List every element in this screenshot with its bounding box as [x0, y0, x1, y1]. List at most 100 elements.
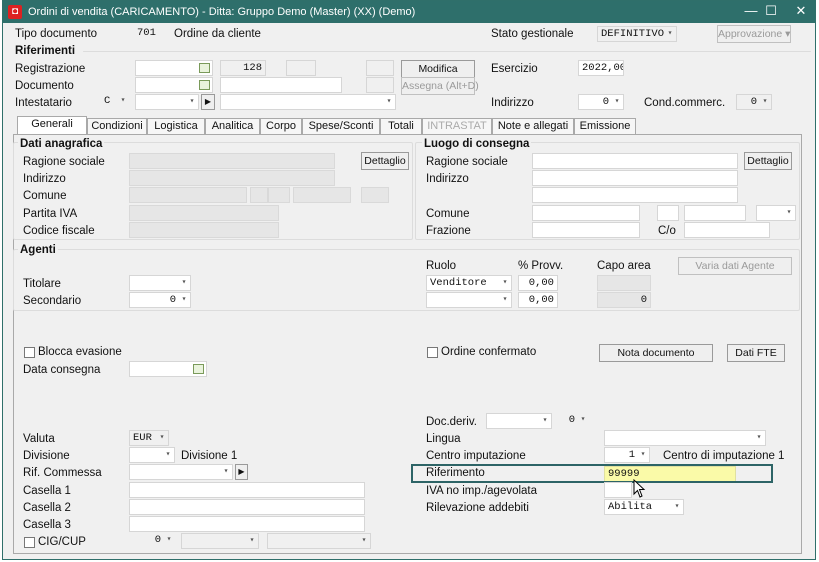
documento-label: Documento: [15, 80, 74, 92]
consegna-co-field[interactable]: [684, 222, 770, 238]
tipo-documento-label: Tipo documento: [15, 28, 98, 40]
comune-anag-prov[interactable]: [250, 187, 268, 203]
indirizzo-select[interactable]: 0 ▾: [578, 94, 624, 110]
secondario-select[interactable]: 0 ▾: [129, 292, 191, 308]
capo-area1-field[interactable]: [597, 275, 651, 291]
tab-corpo[interactable]: Corpo: [260, 118, 302, 135]
intestatario-type-select[interactable]: C ▾: [101, 94, 129, 110]
close-button[interactable]: ✕: [786, 1, 816, 23]
chevron-down-icon: ▾: [189, 97, 195, 106]
lingua-label: Lingua: [426, 433, 461, 445]
calendar-icon[interactable]: [199, 63, 210, 73]
ragione-sociale-field[interactable]: [129, 153, 335, 169]
riferimenti-divider: [83, 51, 811, 52]
secondario-value: 0: [169, 294, 176, 306]
casella3-field[interactable]: [129, 516, 365, 532]
dati-fte-button[interactable]: Dati FTE: [727, 344, 785, 362]
intestatario-code[interactable]: ▾: [135, 94, 199, 110]
chevron-down-icon: ▾: [580, 415, 586, 424]
consegna-dettaglio-button[interactable]: Dettaglio: [744, 152, 792, 170]
varia-dati-agente-button[interactable]: Varia dati Agente: [678, 257, 792, 275]
consegna-frazione-field[interactable]: [532, 222, 640, 238]
tab-totali[interactable]: Totali: [380, 118, 422, 135]
capo-area2-field[interactable]: 0: [597, 292, 651, 308]
rif-commessa-select[interactable]: ▾: [129, 464, 233, 480]
documento-num[interactable]: [220, 77, 342, 93]
assegna-button[interactable]: Assegna (Alt+D): [401, 77, 479, 95]
divisione-select[interactable]: ▾: [129, 447, 175, 463]
cig-code-select[interactable]: ▾: [181, 533, 259, 549]
approvazione-button[interactable]: Approvazione ▾: [717, 25, 791, 43]
rilevazione-select[interactable]: Abilita ▾: [604, 499, 684, 515]
comune-anag-cap[interactable]: [268, 187, 290, 203]
intestatario-desc[interactable]: ▾: [220, 94, 396, 110]
rif-commessa-play-button[interactable]: ▶: [235, 464, 248, 480]
valuta-select[interactable]: EUR ▾: [129, 430, 169, 446]
indirizzo-anag-field[interactable]: [129, 170, 335, 186]
cond-commerc-value: 0: [750, 96, 757, 108]
tab-emissione[interactable]: Emissione: [574, 118, 636, 135]
tab-note-allegati[interactable]: Note e allegati: [492, 118, 574, 135]
stato-gestionale-select[interactable]: DEFINITIVO ▾: [597, 26, 677, 42]
intestatario-play-button[interactable]: ▶: [201, 94, 215, 110]
cup-code-select[interactable]: ▾: [267, 533, 371, 549]
consegna-indirizzo2-field[interactable]: [532, 187, 738, 203]
titolare-select[interactable]: ▾: [129, 275, 191, 291]
casella3-label: Casella 3: [23, 519, 71, 531]
comune-anag-nation[interactable]: [361, 187, 389, 203]
registrazione-num[interactable]: 128: [220, 60, 266, 76]
comune-anag-field[interactable]: [129, 187, 247, 203]
blocca-evasione-checkbox[interactable]: [24, 347, 35, 358]
consegna-nation-select[interactable]: ▾: [756, 205, 796, 221]
cig-type-select[interactable]: 0 ▾: [129, 533, 175, 549]
lingua-select[interactable]: ▾: [604, 430, 766, 446]
documento-extra[interactable]: [366, 77, 394, 93]
centro-imputazione-select[interactable]: 1 ▾: [604, 447, 650, 463]
comune-anag-extra[interactable]: [293, 187, 351, 203]
calendar-icon[interactable]: [199, 80, 210, 90]
registrazione-suffix[interactable]: [286, 60, 316, 76]
maximize-button[interactable]: ☐: [756, 1, 786, 23]
tab-analitica[interactable]: Analitica: [205, 118, 260, 135]
chevron-down-icon: ▾: [614, 97, 620, 106]
centro-imputazione-value: 1: [628, 449, 635, 461]
casella2-field[interactable]: [129, 499, 365, 515]
tab-spese-sconti[interactable]: Spese/Sconti: [302, 118, 380, 135]
tab-logistica[interactable]: Logistica: [147, 118, 205, 135]
provv1-field[interactable]: 0,00: [518, 275, 558, 291]
modifica-button[interactable]: Modifica: [401, 60, 475, 78]
ruolo1-select[interactable]: Venditore ▾: [426, 275, 512, 291]
title-bar: ◘ Ordini di vendita (CARICAMENTO) - Ditt…: [3, 1, 815, 23]
consegna-comune-field[interactable]: [532, 205, 640, 221]
tab-generali[interactable]: Generali: [17, 116, 87, 135]
codice-fiscale-field[interactable]: [129, 222, 279, 238]
ordine-confermato-checkbox[interactable]: [427, 347, 438, 358]
registrazione-extra[interactable]: [366, 60, 394, 76]
partita-iva-field[interactable]: [129, 205, 279, 221]
consegna-cap-field[interactable]: [684, 205, 746, 221]
doc-deriv-select[interactable]: ▾: [486, 413, 552, 429]
tab-condizioni[interactable]: Condizioni: [87, 118, 147, 135]
iva-no-imp-field[interactable]: [604, 482, 632, 498]
documento-date[interactable]: [135, 77, 213, 93]
chevron-down-icon: ▾: [542, 416, 548, 425]
window: ◘ Ordini di vendita (CARICAMENTO) - Ditt…: [2, 0, 816, 560]
calendar-icon[interactable]: [193, 364, 204, 374]
ruolo2-select[interactable]: ▾: [426, 292, 512, 308]
consegna-prov-field[interactable]: [657, 205, 679, 221]
esercizio-value[interactable]: 2022,00: [578, 60, 624, 76]
registrazione-date[interactable]: [135, 60, 213, 76]
tab-intrastat[interactable]: INTRASTAT: [422, 118, 492, 135]
doc-deriv-num-select[interactable]: 0 ▾: [555, 413, 589, 429]
tipo-documento-code[interactable]: 701: [134, 26, 162, 42]
casella1-field[interactable]: [129, 482, 365, 498]
consegna-ragione-field[interactable]: [532, 153, 738, 169]
data-consegna-field[interactable]: [129, 361, 207, 377]
rilevazione-label: Rilevazione addebiti: [426, 502, 529, 514]
nota-documento-button[interactable]: Nota documento: [599, 344, 713, 362]
consegna-indirizzo-field[interactable]: [532, 170, 738, 186]
cig-cup-checkbox[interactable]: [24, 537, 35, 548]
anagrafica-dettaglio-button[interactable]: Dettaglio: [361, 152, 409, 170]
cond-commerc-select[interactable]: 0 ▾: [736, 94, 772, 110]
provv2-field[interactable]: 0,00: [518, 292, 558, 308]
